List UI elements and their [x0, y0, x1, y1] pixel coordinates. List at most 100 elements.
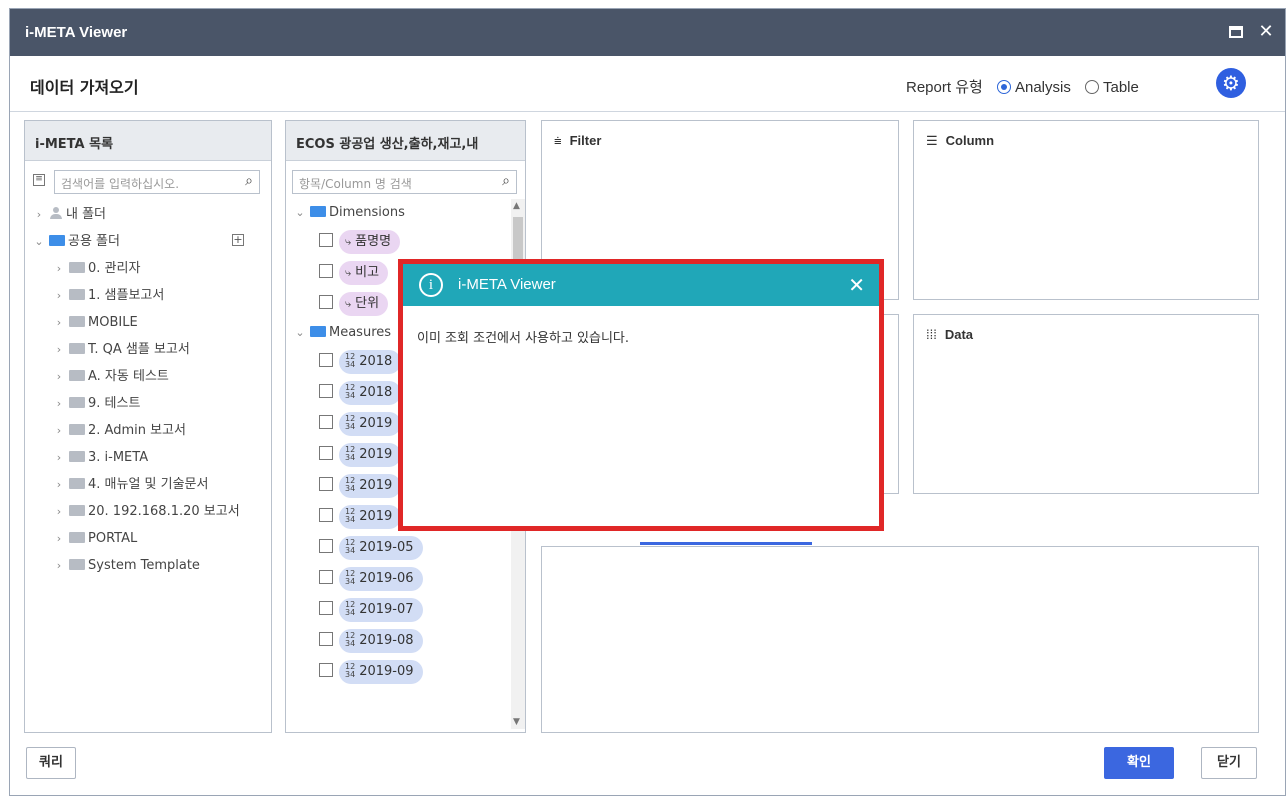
scroll-down-icon[interactable]: ▼ — [513, 717, 520, 727]
tree-item[interactable]: › MOBILE — [25, 309, 271, 336]
checkbox[interactable] — [319, 632, 333, 646]
dialog-title: i-META Viewer — [458, 276, 556, 293]
report-type-label: Report 유형 — [906, 79, 983, 96]
checkbox[interactable] — [319, 508, 333, 522]
user-icon — [49, 207, 63, 219]
number-icon: 12 34 — [345, 352, 356, 369]
checkbox[interactable] — [319, 539, 333, 553]
folder-icon — [310, 326, 326, 337]
data-label: Data — [944, 327, 974, 342]
tree-item-my-folder[interactable]: › 내 폴더 — [25, 201, 271, 228]
close-icon[interactable]: ✕ — [1255, 21, 1277, 43]
close-button[interactable]: 닫기 — [1201, 747, 1257, 779]
measure-item[interactable]: 12 34 2019-07 — [294, 594, 525, 625]
checkbox[interactable] — [319, 570, 333, 584]
folder-icon — [69, 343, 85, 354]
checkbox[interactable] — [319, 601, 333, 615]
meta-search-input[interactable]: 검색어를 입력하십시오. ⌕ — [54, 170, 260, 194]
list-icon: ☰ — [926, 133, 938, 148]
info-icon: i — [419, 273, 443, 297]
dialog-header: i i-META Viewer ✕ — [403, 264, 879, 306]
tree-item[interactable]: › 2. Admin 보고서 — [25, 417, 271, 444]
alert-dialog: i i-META Viewer ✕ 이미 조회 조건에서 사용하고 있습니다. — [398, 259, 884, 531]
number-icon: 12 34 — [345, 383, 356, 400]
add-folder-icon[interactable]: + — [232, 234, 244, 246]
table-radio[interactable] — [1085, 80, 1099, 94]
measure-item[interactable]: 12 34 2019-05 — [294, 532, 525, 563]
list-view-icon[interactable]: ≡ — [33, 174, 45, 186]
folder-icon — [69, 424, 85, 435]
checkbox[interactable] — [319, 353, 333, 367]
tree-item[interactable]: › 9. 테스트 — [25, 390, 271, 417]
number-icon: 12 34 — [345, 414, 356, 431]
column-label: Column — [945, 133, 995, 148]
dimension-icon: ⤷ — [345, 265, 352, 279]
folder-icon — [69, 478, 85, 489]
analysis-label[interactable]: Analysis — [1015, 79, 1071, 96]
columns-panel-title: ECOS 광공업 생산,출하,재고,내 — [286, 121, 525, 161]
search-icon[interactable]: ⌕ — [245, 173, 253, 189]
checkbox[interactable] — [319, 295, 333, 309]
tree-item[interactable]: › A. 자동 테스트 — [25, 363, 271, 390]
folder-icon — [69, 505, 85, 516]
measure-item[interactable]: 12 34 2019-06 — [294, 563, 525, 594]
dimension-item[interactable]: ⤷ 품명명 — [294, 226, 525, 257]
checkbox[interactable] — [319, 384, 333, 398]
folder-icon — [49, 235, 65, 246]
window-title: i-META Viewer — [25, 24, 128, 41]
column-zone[interactable]: ☰ Column — [913, 120, 1259, 300]
folder-icon — [69, 289, 85, 300]
folder-icon — [69, 559, 85, 570]
column-search-input[interactable]: 항목/Column 명 검색 ⌕ — [292, 170, 517, 194]
filter-icon: ⩧ — [554, 133, 562, 148]
dialog-message: 이미 조회 조건에서 사용하고 있습니다. — [417, 331, 630, 346]
tree-item[interactable]: › PORTAL — [25, 525, 271, 552]
tree-item-shared-folder[interactable]: ⌄ 공용 폴더 + — [25, 228, 271, 255]
preview-area — [541, 546, 1259, 733]
checkbox[interactable] — [319, 415, 333, 429]
checkbox[interactable] — [319, 477, 333, 491]
tree-item[interactable]: › 1. 샘플보고서 — [25, 282, 271, 309]
tree-item[interactable]: › 4. 매뉴얼 및 기술문서 — [25, 471, 271, 498]
query-button[interactable]: 쿼리 — [26, 747, 76, 779]
checkbox[interactable] — [319, 233, 333, 247]
meta-list-title: i-META 목록 — [25, 121, 271, 161]
number-icon: 12 34 — [345, 662, 356, 679]
dialog-close-icon[interactable]: ✕ — [848, 273, 865, 297]
number-icon: 12 34 — [345, 631, 356, 648]
scroll-up-icon[interactable]: ▲ — [513, 201, 520, 211]
folder-icon — [69, 316, 85, 327]
tree-item[interactable]: › 3. i-META — [25, 444, 271, 471]
search-icon[interactable]: ⌕ — [502, 173, 510, 189]
folder-icon — [69, 262, 85, 273]
tree-item[interactable]: › 0. 관리자 — [25, 255, 271, 282]
folder-icon — [69, 451, 85, 462]
dimension-icon: ⤷ — [345, 296, 352, 310]
number-icon: 12 34 — [345, 476, 356, 493]
grid-icon: ⁞⁞⁞ — [926, 327, 937, 342]
report-type-selector: Report 유형 Analysis Table — [906, 76, 1139, 97]
checkbox[interactable] — [319, 663, 333, 677]
measure-item[interactable]: 12 34 2019-09 — [294, 656, 525, 687]
measure-item[interactable]: 12 34 2019-08 — [294, 625, 525, 656]
folder-icon — [69, 532, 85, 543]
table-label[interactable]: Table — [1103, 79, 1139, 96]
number-icon: 12 34 — [345, 600, 356, 617]
confirm-button[interactable]: 확인 — [1104, 747, 1174, 779]
checkbox[interactable] — [319, 264, 333, 278]
folder-icon — [69, 370, 85, 381]
tree-item[interactable]: › 20. 192.168.1.20 보고서 — [25, 498, 271, 525]
tree-item[interactable]: › System Template — [25, 552, 271, 579]
meta-list-panel: i-META 목록 검색어를 입력하십시오. ⌕ ≡ › 내 폴더 ⌄ 공용 폴더 +… — [24, 120, 272, 733]
settings-gear-icon[interactable]: ⚙ — [1216, 68, 1246, 98]
maximize-icon[interactable] — [1225, 21, 1247, 43]
data-zone[interactable]: ⁞⁞⁞ Data — [913, 314, 1259, 494]
number-icon: 12 34 — [345, 507, 356, 524]
page-title: 데이터 가져오기 — [30, 78, 139, 97]
analysis-radio[interactable] — [996, 80, 1011, 94]
number-icon: 12 34 — [345, 569, 356, 586]
dimensions-group[interactable]: ⌄ Dimensions — [294, 199, 525, 226]
folder-icon — [69, 397, 85, 408]
tree-item[interactable]: › T. QA 샘플 보고서 — [25, 336, 271, 363]
checkbox[interactable] — [319, 446, 333, 460]
